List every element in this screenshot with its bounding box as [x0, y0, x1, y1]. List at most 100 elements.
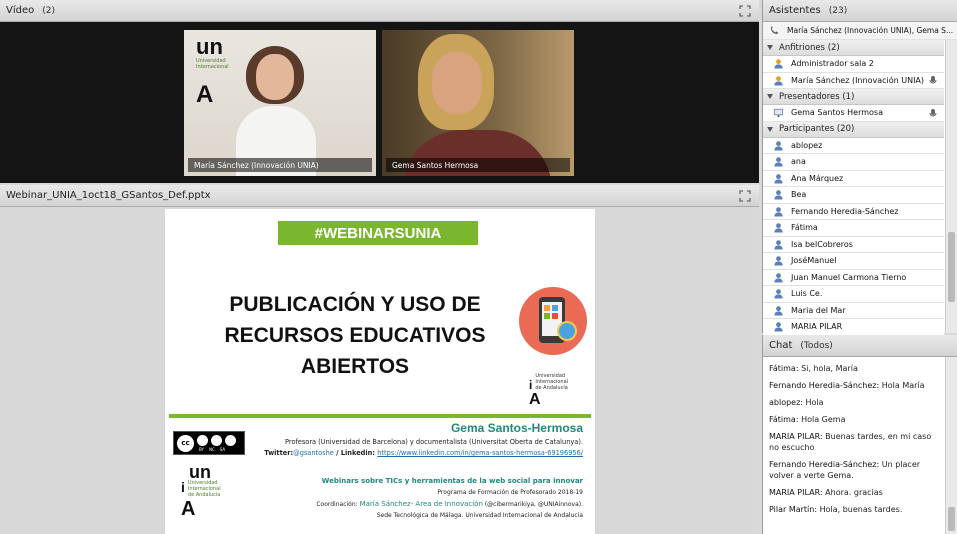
chat-scrollbar[interactable] [945, 357, 957, 534]
attendees-title: Asistentes [769, 5, 821, 16]
program-line: Programa de Formación de Profesorado 201… [437, 489, 583, 496]
share-stage: #WEBINARSUNIA PUBLICACIÓN Y USO DE RECUR… [0, 207, 759, 534]
chat-messages: Fátima: Si, hola, María Fernando Heredia-… [763, 363, 943, 521]
presenter-name: Gema Santos-Hermosa [450, 421, 583, 435]
active-speakers: María Sánchez (Innovación UNIA), Gema S.… [763, 22, 957, 40]
chat-author: ablopez: [769, 398, 803, 407]
collapse-icon[interactable] [767, 126, 773, 132]
attendee-row[interactable]: Bea [763, 187, 944, 204]
attendee-section-header[interactable]: Participantes (20) [763, 121, 944, 138]
chat-text: Hola María [879, 381, 925, 390]
linkedin-link[interactable]: https://www.linkedin.com/in/gema-santos-… [377, 449, 583, 457]
phone-icon [770, 25, 779, 35]
attendee-name: Bea [791, 190, 807, 200]
attendee-name: Administrador sala 2 [791, 59, 874, 69]
attendee-section-header[interactable]: Presentadores (1) [763, 89, 944, 105]
participant-icon [773, 140, 784, 151]
presentation-slide: #WEBINARSUNIA PUBLICACIÓN Y USO DE RECUR… [165, 209, 595, 534]
host-icon [773, 75, 784, 86]
chat-text: Hola [803, 398, 824, 407]
participant-icon [773, 156, 784, 167]
person-face [256, 54, 294, 100]
attendee-name: JoséManuel [791, 256, 837, 266]
attendee-list[interactable]: Anfitriones (2) Administrador sala 2 María… [763, 40, 944, 336]
attendee-name: Gema Santos Hermosa [791, 108, 883, 118]
microphone-icon [928, 75, 938, 85]
participant-icon [773, 305, 784, 316]
share-pod-header[interactable]: Webinar_UNIA_1oct18_GSantos_Def.pptx [0, 185, 759, 207]
participant-icon [773, 189, 784, 200]
presenter-affiliation: Profesora (Universidad de Barcelona) y d… [285, 438, 583, 446]
attendee-row[interactable]: JoséManuel [763, 253, 944, 270]
microphone-icon [928, 108, 938, 118]
participant-icon [773, 321, 784, 332]
chat-author: Pilar Martín: [769, 505, 818, 514]
attendee-row[interactable]: Luis Ce. [763, 286, 944, 303]
participant-icon [773, 288, 784, 299]
attendee-row[interactable]: MARIA PILAR [763, 319, 944, 336]
chat-message: Fernando Heredia-Sánchez: Un placer volv… [763, 459, 943, 481]
attendee-row[interactable]: Administrador sala 2 [763, 56, 944, 73]
video-pod-title: Vídeo [6, 5, 35, 16]
attendees-count: (23) [828, 5, 848, 16]
chat-message: Pilar Martín: Hola, buenas tardes. [763, 504, 943, 515]
participant-icon [773, 255, 784, 266]
video-feed-2[interactable]: Gema Santos Hermosa [382, 30, 574, 176]
series-title: Webinars sobre TICs y herramientas de la… [321, 477, 583, 485]
collapse-icon[interactable] [767, 45, 773, 50]
chat-author: Fernando Heredia-Sánchez: [769, 460, 880, 469]
attendees-pod-header[interactable]: Asistentes (23) [763, 0, 957, 22]
attendees-scrollbar[interactable] [945, 40, 957, 333]
attendee-row[interactable]: Isa belCobreros [763, 236, 944, 253]
chat-text: Hola, buenas tardes. [817, 505, 903, 514]
participant-icon [773, 239, 784, 250]
participant-icon [773, 206, 784, 217]
chat-author: Fátima: [769, 364, 799, 373]
video-feed-caption: María Sánchez (Innovación UNIA) [188, 158, 372, 172]
fullscreen-icon[interactable] [739, 5, 751, 17]
attendee-row[interactable]: Ana Márquez [763, 170, 944, 187]
chat-author: Fátima: [769, 415, 799, 424]
video-pod: Vídeo (2) un Universidad Internacional A… [0, 0, 759, 183]
coordination-line: Coordinación: María Sánchez- Área de Inn… [316, 500, 583, 508]
chat-text: Ahora. gracias [822, 488, 883, 497]
unia-logo-large: un i Universidad Internacional de Andalu… [181, 462, 221, 520]
chat-scope[interactable]: (Todos) [800, 341, 832, 351]
collapse-icon[interactable] [767, 94, 773, 99]
chat-author: MARIA PILAR: [769, 488, 823, 497]
attendee-row[interactable]: María Sánchez (Innovación UNIA) [763, 72, 944, 89]
attendee-name: María Sánchez (Innovación UNIA) [791, 75, 925, 85]
presenter-social: Twitter:@gsantoshe / Linkedin: https://w… [264, 449, 583, 457]
chat-message: MARIA PILAR: Ahora. gracias [763, 487, 943, 498]
participant-icon [773, 222, 784, 233]
attendee-row[interactable]: Juan Manuel Carmona Tierno [763, 269, 944, 286]
host-icon [773, 58, 784, 69]
video-feed-1[interactable]: un Universidad Internacional A María Sán… [184, 30, 376, 176]
chat-pod-header[interactable]: Chat (Todos) [763, 335, 957, 357]
fullscreen-icon[interactable] [739, 190, 751, 202]
attendee-name: Fernando Heredia-Sánchez [791, 206, 899, 216]
sede-line: Sede Tecnológica de Málaga. Universidad … [376, 512, 583, 519]
attendee-name: Juan Manuel Carmona Tierno [791, 272, 907, 282]
attendee-name: MARIA PILAR [791, 322, 843, 332]
attendee-row[interactable]: Maria del Mar [763, 302, 944, 319]
unia-logo-small: i Universidad Internacional de Andalucía… [529, 373, 569, 408]
attendee-row[interactable]: Gema Santos Hermosa [763, 105, 944, 122]
attendee-section-header[interactable]: Anfitriones (2) [763, 40, 944, 56]
backdrop-logo: un Universidad Internacional A [196, 34, 229, 108]
attendee-row[interactable]: Fátima [763, 220, 944, 237]
cc-license-badge: cc BY NC SA [173, 431, 245, 455]
attendee-row[interactable]: ana [763, 154, 944, 171]
slide-hashtag: #WEBINARSUNIA [278, 221, 478, 245]
attendee-name: Fátima [791, 223, 818, 233]
attendee-row[interactable]: Fernando Heredia-Sánchez [763, 203, 944, 220]
attendee-row[interactable]: ablopez [763, 137, 944, 154]
chat-message: Fernando Heredia-Sánchez: Hola María [763, 380, 943, 391]
attendees-pod: Asistentes (23) María Sánchez (Innovació… [762, 0, 957, 336]
chat-text: Hola Gema [798, 415, 846, 424]
slide-divider [169, 414, 591, 418]
share-pod-title: Webinar_UNIA_1oct18_GSantos_Def.pptx [6, 190, 211, 201]
mobile-apps-icon [519, 287, 587, 355]
video-pod-header[interactable]: Vídeo (2) [0, 0, 759, 22]
video-pod-count: (2) [42, 5, 55, 16]
